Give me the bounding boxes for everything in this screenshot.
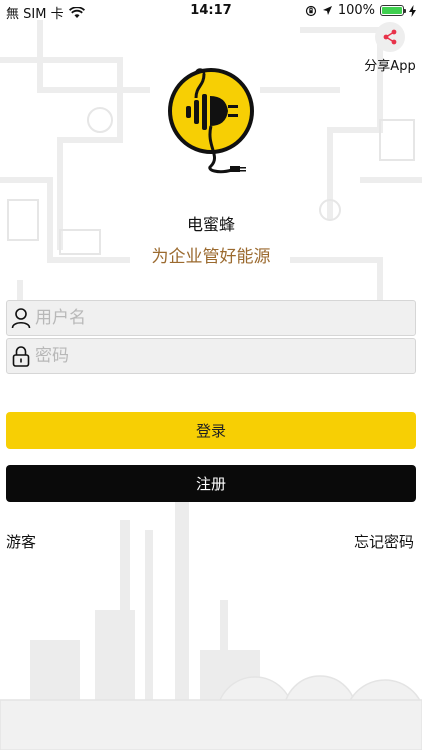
username-input[interactable]	[35, 308, 395, 328]
password-field[interactable]	[6, 338, 416, 374]
app-name: 电蜜蜂	[186, 215, 235, 234]
battery-percent: 100%	[337, 3, 375, 18]
battery-icon	[380, 5, 406, 16]
status-right: 100%	[305, 3, 416, 18]
share-app-button[interactable]: 分享App	[364, 22, 416, 74]
orientation-lock-icon	[305, 5, 316, 16]
share-app-label: 分享App	[364, 59, 416, 74]
status-bar: 無 SIM 卡 14:17 100%	[0, 0, 422, 22]
register-button[interactable]: 注册	[6, 465, 416, 502]
bee-plug-logo	[168, 68, 254, 174]
user-icon	[7, 307, 35, 329]
location-icon	[322, 6, 332, 15]
username-field[interactable]	[6, 300, 416, 336]
app-slogan: 为企业管好能源	[151, 247, 271, 267]
forgot-password-link[interactable]: 忘记密码	[354, 531, 414, 552]
lock-icon	[7, 345, 35, 367]
guest-link[interactable]: 游客	[6, 531, 36, 552]
login-button[interactable]: 登录	[6, 412, 416, 449]
password-input[interactable]	[35, 346, 395, 366]
share-icon-circle	[375, 22, 405, 52]
charging-icon	[409, 4, 416, 17]
share-icon	[383, 29, 397, 45]
